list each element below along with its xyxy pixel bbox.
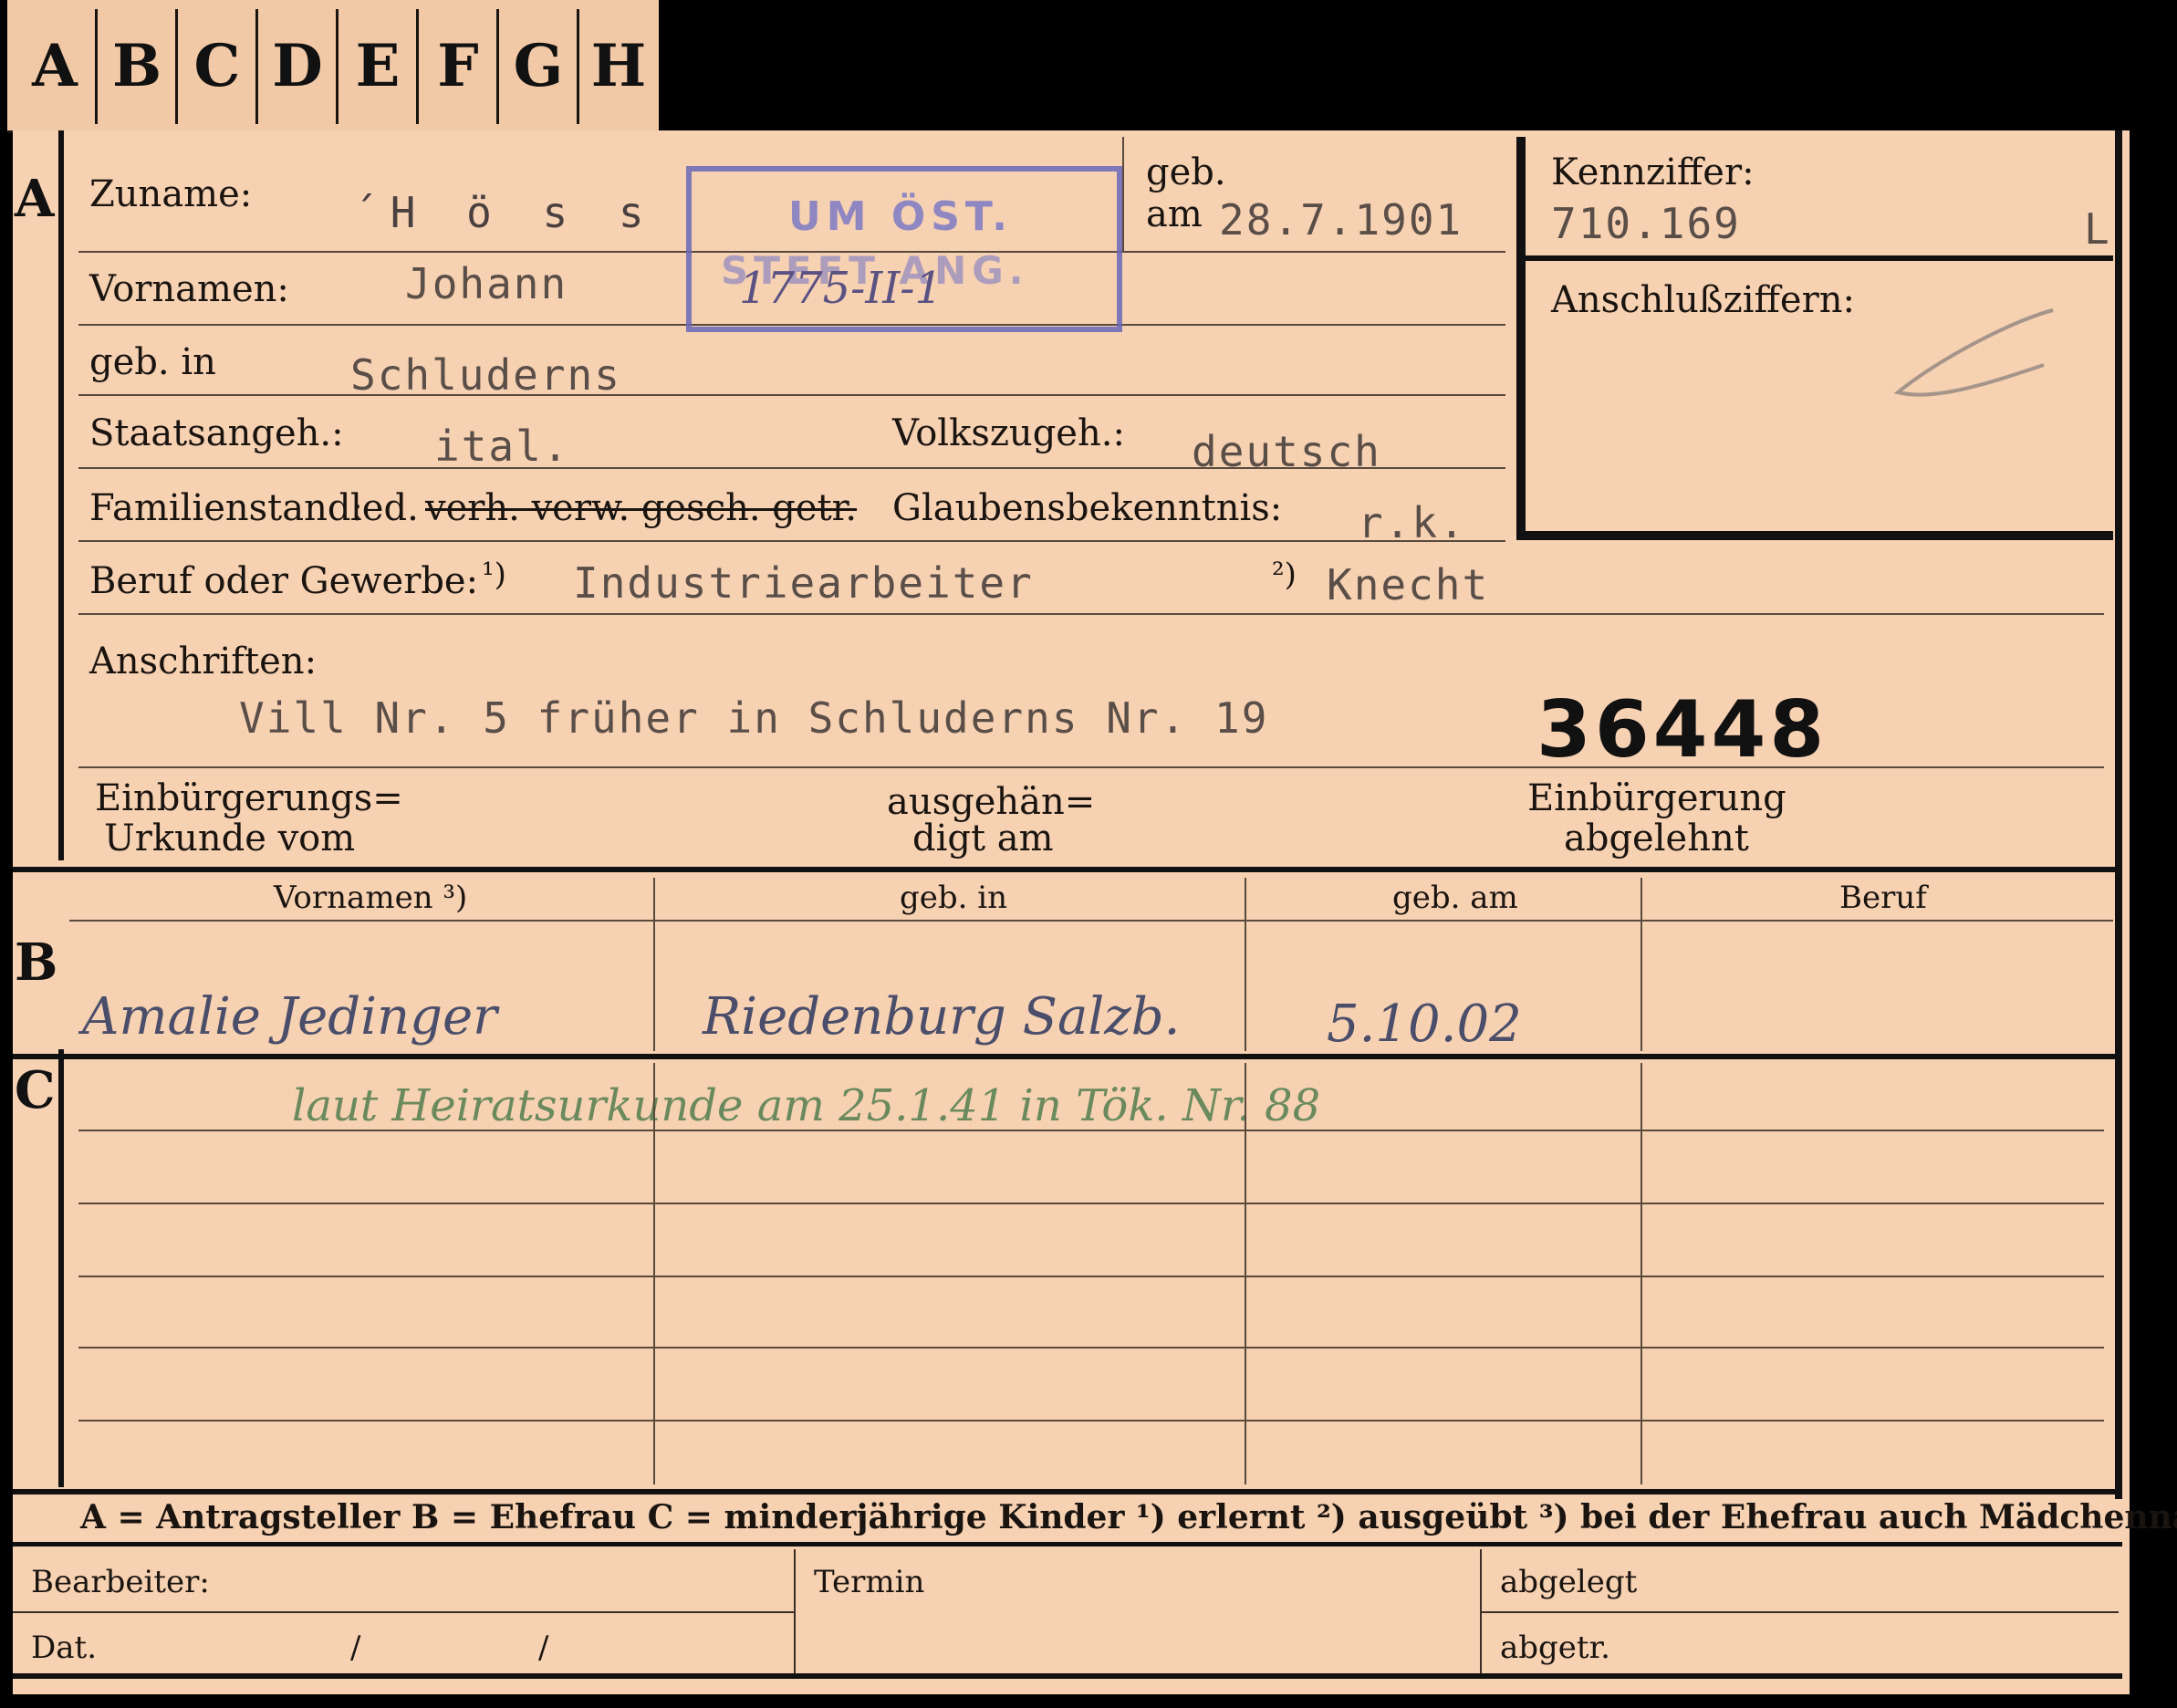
tab-e: E	[355, 32, 401, 100]
section-a-left-rule	[58, 130, 64, 860]
familien-led: led.	[350, 487, 419, 529]
dat-separator-1: /	[350, 1630, 361, 1666]
beruf-note-2: ²)	[1272, 557, 1297, 593]
tab-g: G	[513, 32, 564, 100]
staat-value: ital.	[434, 422, 570, 471]
tab-c: C	[193, 32, 241, 100]
stamp-handwritten-number: 1775-II-1	[739, 263, 943, 314]
footer-end-rule	[13, 1673, 2122, 1679]
tab-a: A	[32, 32, 78, 100]
beruf-value-1: Industriearbeiter	[573, 558, 1034, 608]
section-letter-c: C	[15, 1060, 56, 1120]
glauben-label: Glaubensbekenntnis:	[892, 487, 1283, 529]
legend: A = Antragsteller B = Ehefrau C = minder…	[80, 1498, 2177, 1536]
vornamen-value: Johann	[405, 259, 568, 308]
dat-label: Dat.	[31, 1630, 98, 1666]
b-col-geb-am: geb. am	[1392, 880, 1518, 916]
index-tabs: A B C D E F G H	[7, 0, 659, 133]
familien-label: Familienstand:	[89, 487, 363, 529]
zuname-value: ´H ö s s	[352, 188, 657, 237]
einb-urkunde-label-2: Urkunde vom	[104, 818, 356, 859]
section-c-end-rule	[13, 1489, 2122, 1494]
ausgehaen-label-2: digt am	[912, 818, 1054, 859]
kennziffer-box-divider	[1516, 255, 2113, 261]
b-col-vornamen: Vornamen ³)	[274, 880, 468, 916]
am-label: am	[1146, 193, 1203, 235]
registration-number: 36448	[1536, 684, 1828, 776]
glauben-value: r.k.	[1358, 498, 1466, 547]
einb-urkunde-label-1: Einbürgerungs=	[95, 777, 403, 819]
anschriften-label: Anschriften:	[89, 640, 318, 682]
tab-d: D	[272, 32, 323, 100]
pencil-checkmark	[1893, 308, 2054, 397]
anschriften-value: Vill Nr. 5 früher in Schluderns Nr. 19	[239, 693, 1269, 743]
b-vornamen-value: Amalie Jedinger	[82, 987, 497, 1047]
volk-value: deutsch	[1192, 427, 1381, 476]
c-marriage-note: laut Heiratsurkunde am 25.1.41 in Tök. N…	[292, 1080, 1321, 1131]
einb-abgelehnt-label-2: abgelehnt	[1564, 818, 1749, 859]
kennziffer-label: Kennziffer:	[1551, 151, 1755, 193]
kennziffer-value: 710.169	[1551, 199, 1741, 248]
section-letter-b: B	[15, 932, 58, 993]
geb-in-value: Schluderns	[350, 350, 621, 400]
b-col-beruf: Beruf	[1839, 880, 1927, 916]
b-geb-in-value: Riedenburg Salzb.	[703, 987, 1181, 1047]
geb-in-label: geb. in	[89, 341, 216, 383]
staat-label: Staatsangeh.:	[89, 412, 344, 454]
section-a-b-divider	[13, 867, 2122, 872]
tab-f: F	[437, 32, 479, 100]
kennziffer-suffix: L	[2084, 204, 2111, 254]
einb-abgelehnt-label-1: Einbürgerung	[1527, 777, 1786, 819]
section-b-c-divider	[13, 1054, 2122, 1059]
official-stamp: UM ÖST. STEFT ANG. 1775-II-1	[686, 166, 1122, 332]
stamp-line-1: UM ÖST.	[788, 193, 1013, 240]
b-col-geb-in: geb. in	[900, 880, 1008, 916]
abgelegt-label: abgelegt	[1500, 1564, 1638, 1600]
volk-label: Volkszugeh.:	[892, 412, 1125, 454]
anschluss-label: Anschlußziffern:	[1551, 279, 1855, 321]
vornamen-label: Vornamen:	[89, 268, 289, 310]
geb-label: geb.	[1146, 151, 1226, 193]
legend-end-rule	[13, 1542, 2122, 1547]
bearbeiter-label: Bearbeiter:	[31, 1564, 210, 1600]
tab-b: B	[111, 32, 162, 100]
beruf-note-1: ¹)	[482, 557, 506, 593]
b-geb-am-value: 5.10.02	[1327, 995, 1522, 1054]
dat-separator-2: /	[538, 1630, 549, 1666]
right-rule	[2115, 130, 2122, 1499]
zuname-label: Zuname:	[89, 173, 253, 215]
beruf-label: Beruf oder Gewerbe:	[89, 560, 479, 602]
section-c-left-rule	[58, 1049, 64, 1487]
kennziffer-box-bottom	[1516, 531, 2113, 540]
section-letter-a: A	[15, 169, 55, 229]
geb-am-value: 28.7.1901	[1219, 195, 1463, 245]
tab-h: H	[590, 32, 647, 100]
beruf-value-2: Knecht	[1327, 560, 1490, 609]
familien-crossed-options: verh. verw. gesch. getr.	[425, 487, 858, 529]
termin-label: Termin	[814, 1564, 925, 1600]
abgetr-label: abgetr.	[1500, 1630, 1610, 1666]
kennziffer-box-left	[1516, 137, 1526, 538]
